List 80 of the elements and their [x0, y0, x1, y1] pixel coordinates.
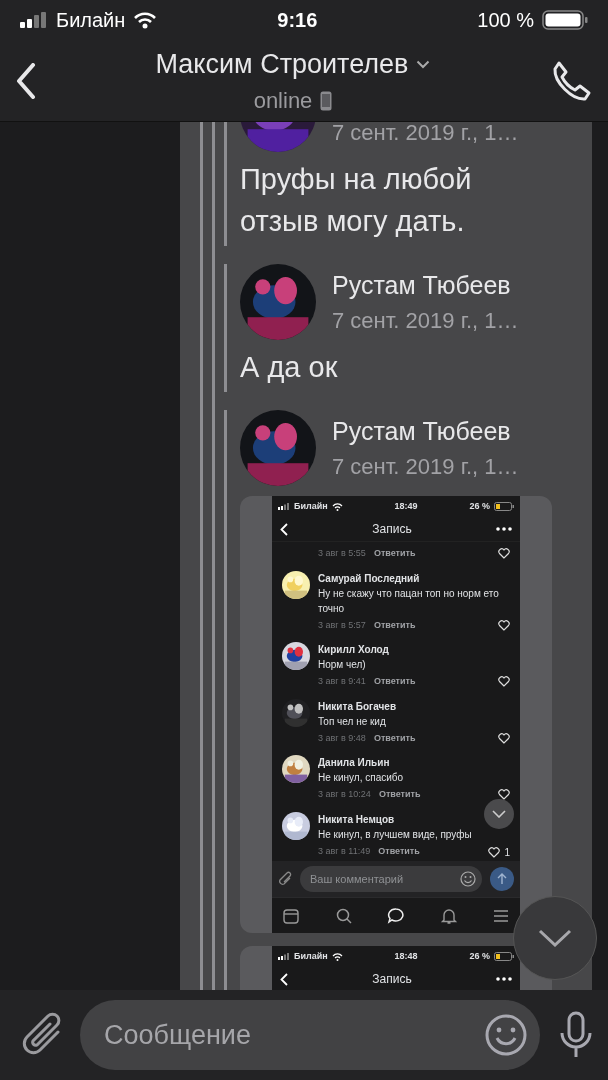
screen-title: Запись	[371, 971, 413, 988]
message-date: 7 сент. 2019 г., 1…	[332, 453, 519, 482]
microphone-icon[interactable]	[558, 1011, 594, 1059]
carrier-name: Билайн	[56, 8, 126, 33]
reply-link[interactable]: Ответить	[373, 675, 416, 689]
heart-icon	[498, 789, 510, 801]
phone-icon	[320, 90, 333, 111]
comment-date: 3 авг в 10:24	[318, 788, 371, 801]
message-text: Пруфы на любой отзыв могу дать.	[240, 162, 473, 239]
chat-title[interactable]: Максим Строителев	[155, 43, 409, 85]
paperclip-icon	[278, 871, 292, 887]
battery-icon	[494, 952, 514, 961]
bell-icon[interactable]	[439, 906, 458, 925]
chevron-down-icon	[492, 810, 506, 818]
feed-icon[interactable]	[282, 906, 300, 925]
battery-text: 100 %	[477, 8, 534, 33]
caret-icon	[416, 59, 431, 69]
comment-date: 3 авг в 11:49	[318, 845, 371, 859]
wifi-icon	[331, 502, 343, 511]
comment-text: Ну не скажу что пацан топ но норм ето точно	[318, 586, 500, 616]
search-icon[interactable]	[334, 906, 353, 925]
reply-link[interactable]: Ответить	[373, 618, 416, 632]
comment-date: 3 авг в 9:41	[318, 675, 366, 688]
message-field[interactable]: Сообщение	[80, 1000, 540, 1070]
battery-icon	[494, 502, 514, 511]
chat-bubble-icon[interactable]	[387, 906, 405, 925]
comment-text: Норм чел)	[318, 658, 366, 672]
reply-link[interactable]: Ответить	[378, 845, 420, 859]
back-icon	[16, 62, 36, 99]
signal-icon	[278, 503, 290, 510]
status-time: 18:49	[393, 499, 419, 513]
like-count: 1	[504, 845, 510, 860]
sender-name: Рустам Тюбеев	[332, 269, 512, 301]
reply-link[interactable]: Ответить	[373, 547, 416, 561]
scroll-down-button[interactable]	[484, 799, 514, 829]
reply-link[interactable]: Ответить	[378, 788, 421, 802]
carrier-name: Билайн	[294, 499, 328, 513]
more-icon	[496, 977, 512, 981]
back-button[interactable]	[16, 62, 36, 99]
chevron-down-icon	[538, 929, 572, 947]
heart-icon	[498, 548, 510, 560]
comment-author: Никита Богачев	[318, 699, 397, 714]
message-date: 7 сент. 2019 г., 1…	[332, 307, 519, 336]
message-date: 7 сент. 2019 г., 1…	[332, 122, 519, 147]
carrier-name: Билайн	[294, 949, 328, 963]
comment-text: Топ чел не кид	[318, 714, 386, 729]
back-icon	[280, 522, 288, 536]
message-text: А да ок	[240, 350, 339, 385]
comment-date: 3 авг в 5:55	[318, 547, 366, 560]
send-button[interactable]	[490, 867, 514, 891]
comment-date: 3 авг в 9:48	[318, 731, 366, 745]
smiley-icon	[460, 871, 476, 887]
comment-field[interactable]: Ваш комментарий	[300, 866, 482, 892]
comment-text: Не кинул, спасибо	[318, 771, 404, 785]
online-status: online	[253, 87, 313, 116]
signal-icon	[20, 12, 48, 28]
comment-author: Данила Ильин	[318, 756, 390, 770]
heart-icon	[488, 846, 501, 858]
back-icon	[280, 972, 288, 986]
heart-icon	[498, 619, 510, 631]
comment-date: 3 авг в 5:57	[318, 618, 366, 632]
reply-link[interactable]: Ответить	[373, 731, 416, 745]
wifi-icon	[331, 952, 343, 961]
comment-author: Самурай Последний	[318, 571, 420, 586]
heart-icon	[498, 676, 510, 688]
comment-text: Не кинул, в лучшем виде, пруфы	[318, 827, 472, 842]
screen-title: Запись	[371, 521, 413, 538]
status-time: 9:16	[276, 8, 319, 33]
comment-author: Кирилл Холод	[318, 643, 389, 657]
smiley-icon	[484, 1013, 528, 1057]
status-time: 18:48	[393, 949, 419, 963]
heart-icon	[498, 732, 510, 744]
battery-text: 26 %	[469, 949, 490, 963]
wifi-icon	[133, 11, 158, 29]
sender-name: Рустам Тюбеев	[332, 415, 512, 447]
signal-icon	[278, 953, 290, 960]
comment-author: Никита Немцов	[318, 812, 395, 827]
more-icon	[496, 527, 512, 531]
battery-icon	[542, 10, 588, 30]
battery-text: 26 %	[469, 499, 490, 513]
